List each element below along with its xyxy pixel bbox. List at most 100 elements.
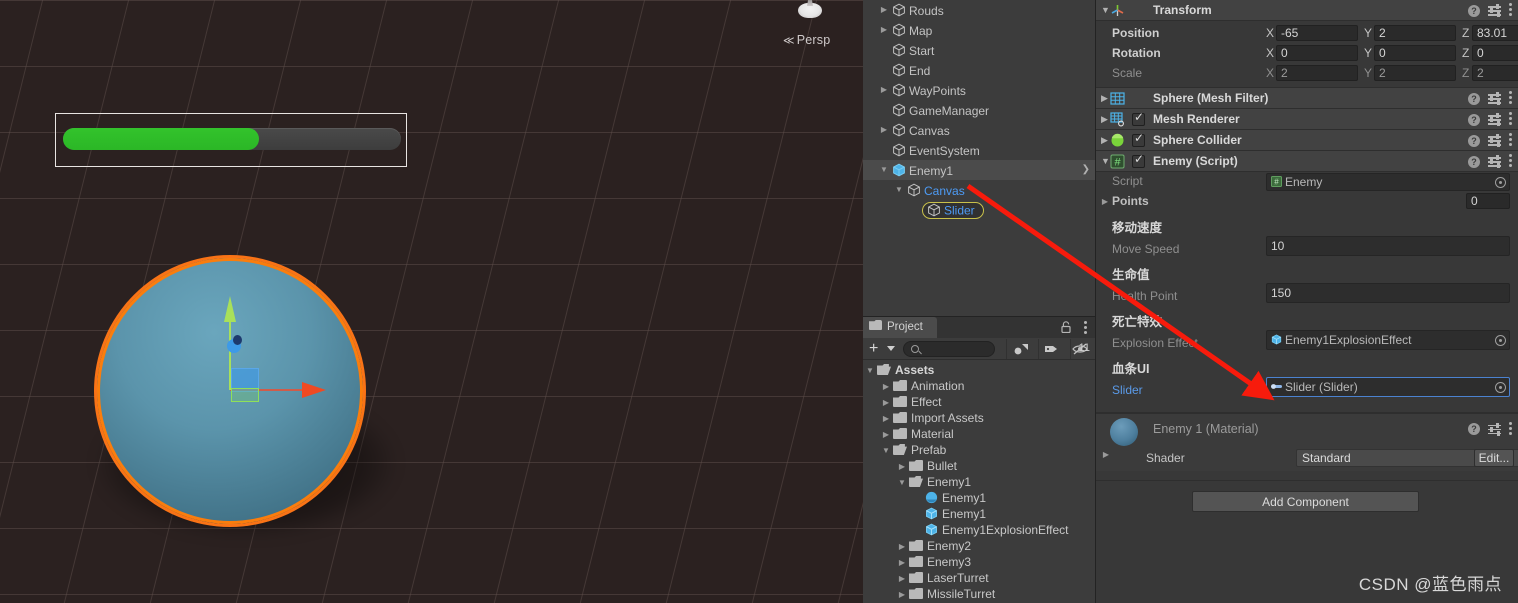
project-item[interactable]: ▶ Enemy2 [863,538,1095,554]
hierarchy-item-gamemanager[interactable]: GameManager [863,100,1095,120]
chevron-right-icon[interactable]: ▶ [1100,450,1112,459]
lock-icon[interactable] [1061,321,1071,334]
chevron-right-icon[interactable]: ▶ [1099,192,1111,212]
gizmo-xy-plane[interactable] [231,388,259,402]
project-menu-icon[interactable] [1084,321,1087,339]
chevron-right-icon[interactable]: ▶ [878,0,890,20]
component-header[interactable]: ▶ Sphere Collider? [1096,130,1518,151]
hierarchy-item-map[interactable]: ▶ Map [863,20,1095,40]
transform-y-field[interactable]: 0 [1374,45,1456,61]
filter-by-label-button[interactable] [1038,339,1069,359]
hierarchy-panel[interactable]: ▶ Rouds ▶ Map Start End ▶ WayPoints GameManager ▶… [863,0,1096,316]
project-item[interactable]: Enemy1 [863,506,1095,522]
project-panel[interactable]: Project + 11 ▼ Assets ▶ Animation ▶ Effe… [863,316,1096,603]
project-item[interactable]: ▶ Bullet [863,458,1095,474]
object-picker-icon[interactable] [1495,177,1506,188]
component-header-transform[interactable]: ▼ Transform ? [1096,0,1518,21]
chevron-down-icon[interactable]: ▼ [1101,5,1110,15]
shader-row[interactable]: ▶ Shader Standard Edit... [1096,447,1518,471]
help-icon[interactable]: ? [1468,4,1480,17]
component-menu-icon[interactable] [1509,112,1512,127]
chevron-right-icon[interactable]: ▶ [895,555,909,571]
hierarchy-item-canvas[interactable]: ▶ Canvas [863,120,1095,140]
component-menu-icon[interactable] [1509,133,1512,148]
hierarchy-item-canvas[interactable]: ▼ Canvas [863,180,1095,200]
help-icon[interactable]: ? [1468,134,1480,147]
component-menu-icon[interactable] [1509,91,1512,106]
transform-y-field[interactable]: 2 [1374,65,1456,81]
chevron-down-icon[interactable] [887,346,895,351]
chevron-right-icon[interactable]: ▶ [1101,114,1108,125]
project-item[interactable]: ▶ Effect [863,394,1095,410]
preset-icon[interactable] [1488,134,1501,147]
preset-icon[interactable] [1488,422,1501,436]
project-item[interactable]: ▼ Assets [863,362,1095,378]
transform-z-field[interactable]: 2 [1472,65,1518,81]
chevron-right-icon[interactable]: ▶ [879,395,893,411]
project-toolbar[interactable]: + 11 [863,338,1095,360]
preset-icon[interactable] [1488,113,1501,126]
help-icon[interactable]: ? [1468,113,1480,126]
hierarchy-item-start[interactable]: Start [863,40,1095,60]
points-row[interactable]: ▶ Points 0 [1096,192,1518,212]
hierarchy-item-rouds[interactable]: ▶ Rouds [863,0,1095,20]
inspector-panel[interactable]: ▼ Transform ? Position X -65 Y 2 Z 83.01 Rotati… [1096,0,1518,603]
project-item[interactable]: ▶ MissileTurret [863,586,1095,602]
script-object-field[interactable]: # Enemy [1266,173,1510,191]
project-item[interactable]: ▼ Enemy1 [863,474,1095,490]
project-item[interactable]: ▶ Material [863,426,1095,442]
transform-z-field[interactable]: 83.01 [1472,25,1518,41]
chevron-right-icon[interactable]: ▶ [878,120,890,140]
field-value-input[interactable]: 150 [1266,283,1510,303]
chevron-right-icon[interactable]: ▶ [895,539,909,555]
scene-projection-label[interactable]: ≪ Persp [783,33,830,47]
component-menu-icon[interactable] [1509,3,1512,18]
material-header[interactable]: Enemy 1 (Material) ? [1096,413,1518,447]
add-component-button[interactable]: Add Component [1192,491,1419,512]
component-menu-icon[interactable] [1509,421,1512,437]
transform-y-field[interactable]: 2 [1374,25,1456,41]
chevron-down-icon[interactable]: ▼ [1101,156,1110,166]
preset-icon[interactable] [1488,4,1501,17]
project-item[interactable]: ▶ Import Assets [863,410,1095,426]
chevron-right-icon[interactable]: ▶ [878,20,890,40]
chevron-right-icon[interactable]: ▶ [879,379,893,395]
chevron-right-icon[interactable]: ▶ [895,587,909,603]
chevron-down-icon[interactable]: ▼ [895,475,909,491]
component-enabled-checkbox[interactable] [1132,110,1145,126]
scene-view[interactable]: ≪ Persp [0,0,863,603]
chevron-right-icon[interactable]: ▶ [879,411,893,427]
hierarchy-item-enemy1[interactable]: ▼ Enemy1 ❯ [863,160,1095,180]
component-header[interactable]: ▶ Sphere (Mesh Filter)? [1096,88,1518,109]
help-icon[interactable]: ? [1468,155,1480,168]
tab-project[interactable]: Project [863,317,937,338]
project-search-input[interactable] [903,341,995,357]
chevron-right-icon[interactable]: ▶ [879,427,893,443]
project-item[interactable]: ▶ Animation [863,378,1095,394]
chevron-down-icon[interactable]: ▼ [893,180,905,200]
create-asset-button[interactable]: + [869,341,878,357]
chevron-down-icon[interactable]: ▼ [879,443,893,459]
field-object-reference[interactable]: Enemy1ExplosionEffect [1266,330,1510,350]
transform-x-field[interactable]: 2 [1276,65,1358,81]
preset-icon[interactable] [1488,92,1501,105]
hierarchy-item-eventsystem[interactable]: EventSystem [863,140,1095,160]
chevron-right-icon[interactable]: ▶ [878,80,890,100]
chevron-right-icon[interactable]: ▶ [895,571,909,587]
chevron-right-icon[interactable]: ▶ [895,459,909,475]
field-value-input[interactable]: 10 [1266,236,1510,256]
component-header[interactable]: ▼ # Enemy (Script)? [1096,151,1518,172]
help-icon[interactable]: ? [1468,423,1480,435]
project-item[interactable]: ▶ LaserTurret [863,570,1095,586]
hierarchy-item-waypoints[interactable]: ▶ WayPoints [863,80,1095,100]
object-picker-icon[interactable] [1495,382,1506,393]
chevron-right-icon[interactable]: ▶ [1101,93,1108,104]
shader-edit-button[interactable]: Edit... [1474,449,1514,467]
component-enabled-checkbox[interactable] [1132,152,1145,168]
hierarchy-item-end[interactable]: End [863,60,1095,80]
component-menu-icon[interactable] [1509,154,1512,169]
field-object-reference[interactable]: Slider (Slider) [1266,377,1510,397]
component-header[interactable]: ▶ Mesh Renderer? [1096,109,1518,130]
transform-x-field[interactable]: -65 [1276,25,1358,41]
chevron-down-icon[interactable]: ▼ [878,160,890,180]
